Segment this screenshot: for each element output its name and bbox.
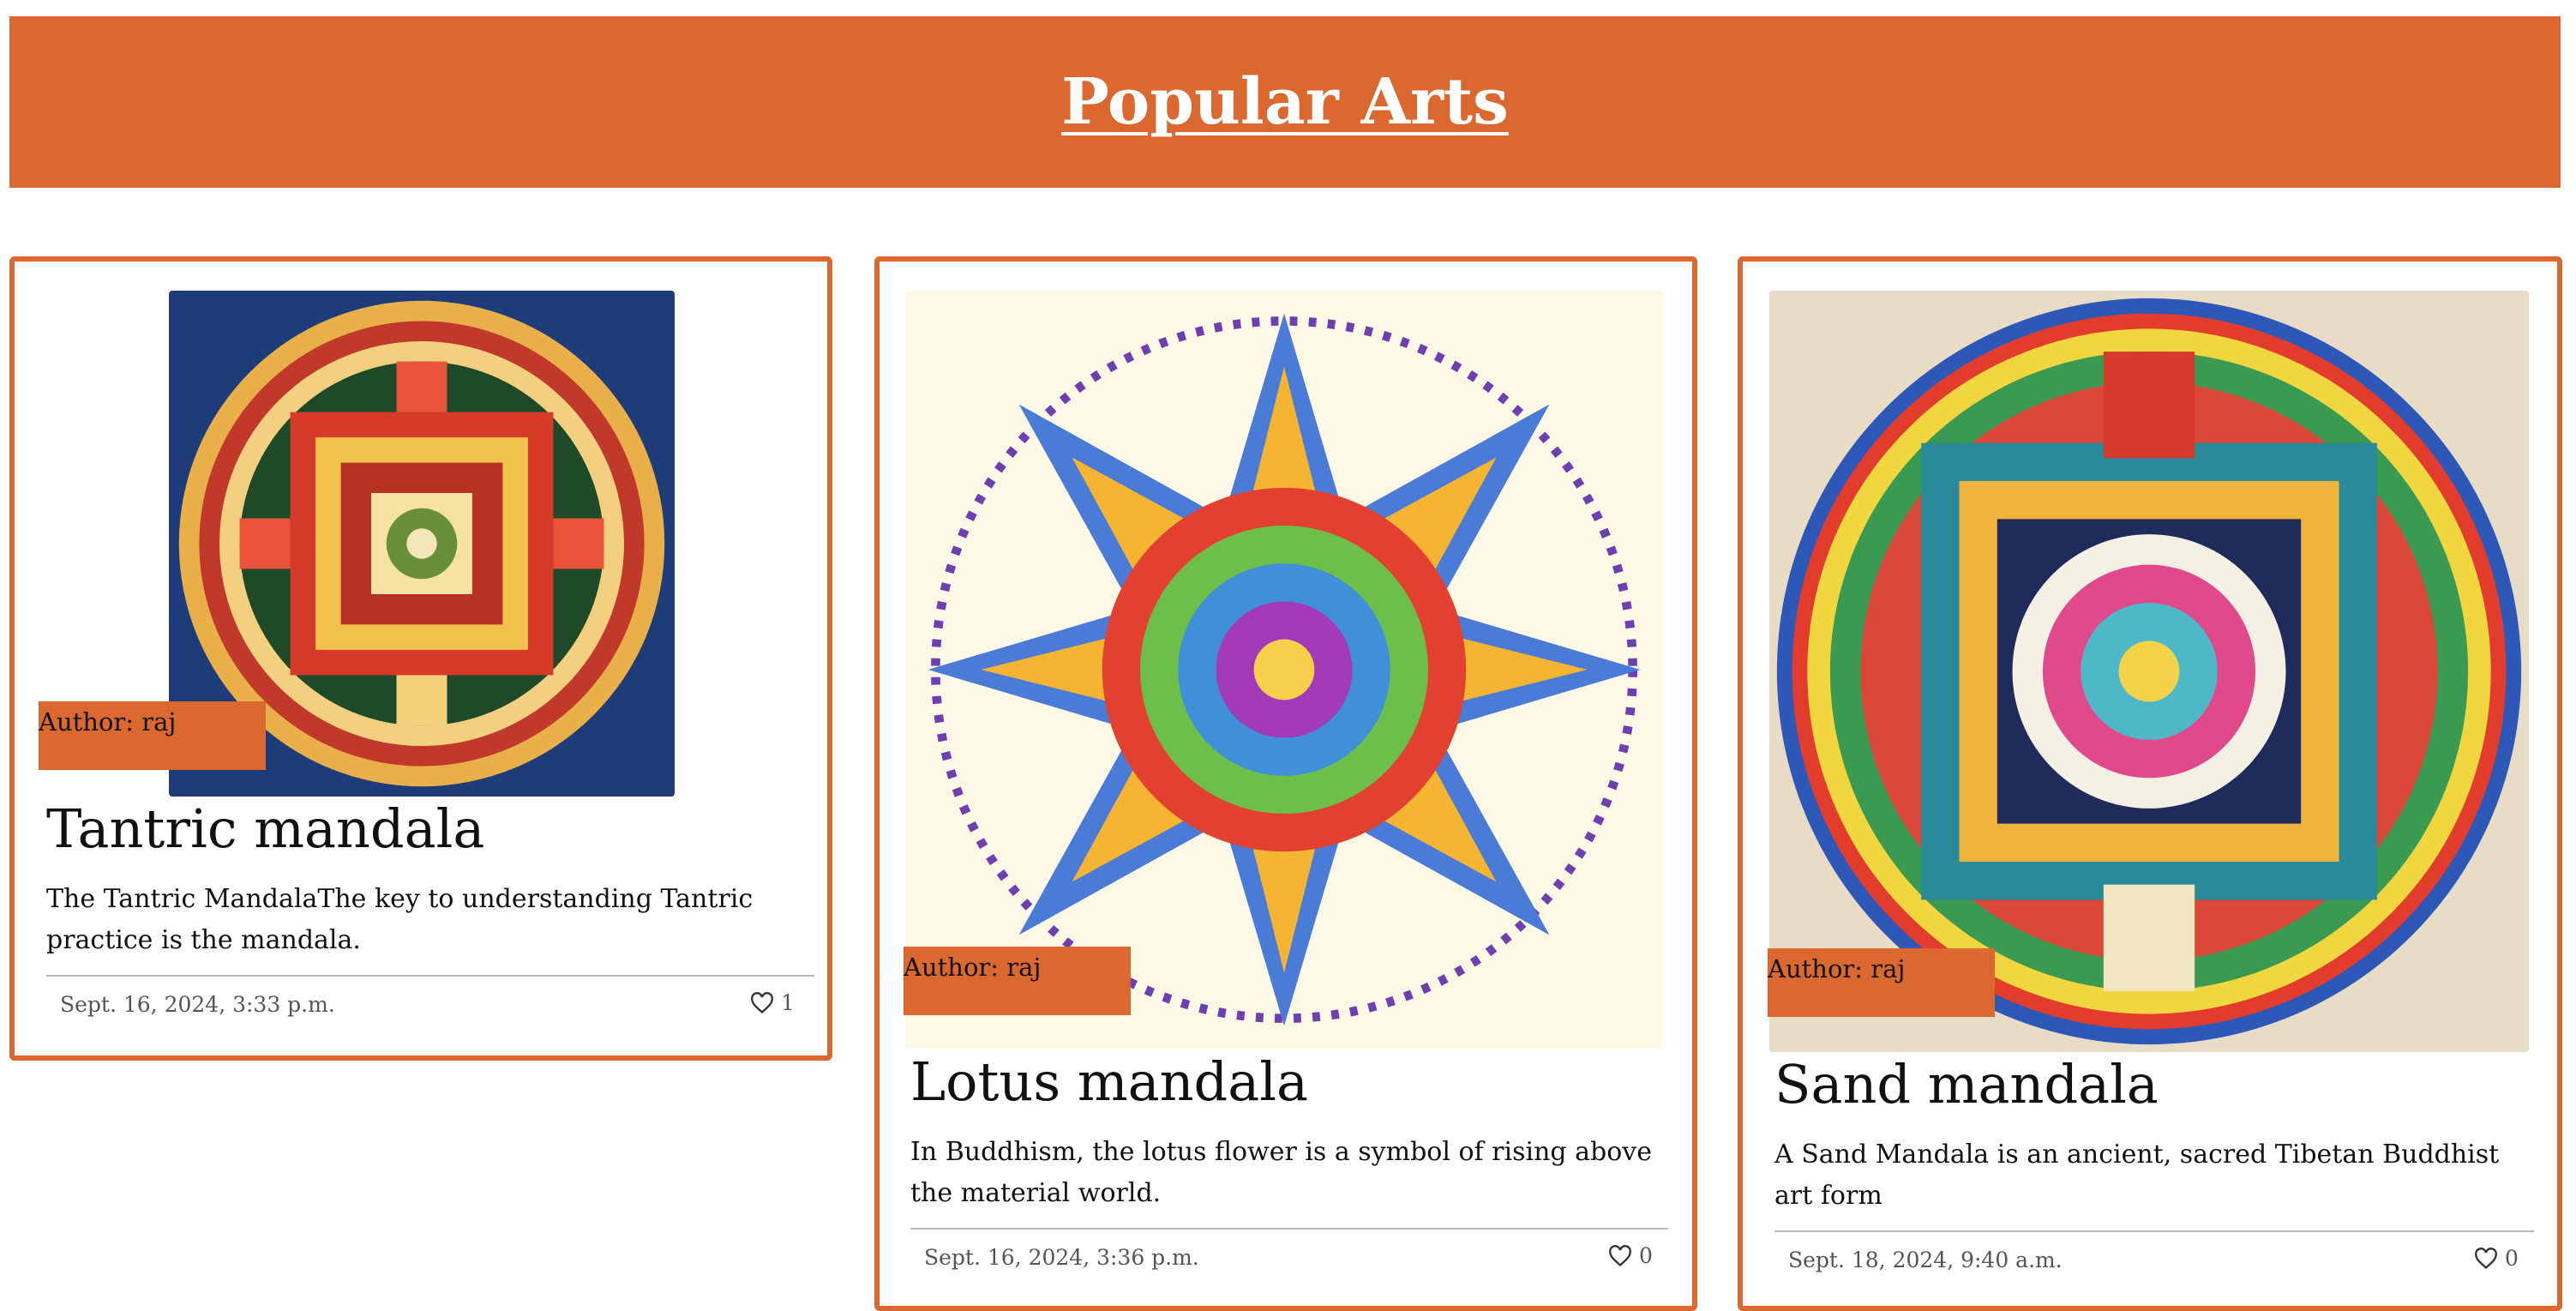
card-divider — [46, 975, 814, 977]
page-header: Popular Arts — [9, 16, 2561, 188]
card-divider — [910, 1228, 1668, 1230]
like-count: 1 — [781, 990, 795, 1015]
like-button[interactable]: 0 — [2474, 1246, 2519, 1271]
author-label: Author: raj — [39, 701, 266, 770]
post-date: Sept. 16, 2024, 3:36 p.m. — [924, 1245, 1199, 1270]
heart-outline-icon — [751, 991, 773, 1013]
card-description: In Buddhism, the lotus flower is a symbo… — [910, 1137, 1653, 1208]
author-label: Author: raj — [904, 947, 1131, 1015]
card-title[interactable]: Lotus mandala — [910, 1050, 1308, 1113]
art-card-sand[interactable]: Author: raj Sand mandala A Sand Mandala … — [1738, 256, 2562, 1311]
page-title-link[interactable]: Popular Arts — [1061, 65, 1509, 139]
heart-outline-icon — [1609, 1244, 1631, 1266]
card-title[interactable]: Sand mandala — [1774, 1053, 2159, 1116]
card-description: The Tantric MandalaThe key to understand… — [46, 884, 754, 955]
card-title[interactable]: Tantric mandala — [46, 797, 484, 860]
post-date: Sept. 16, 2024, 3:33 p.m. — [60, 992, 335, 1017]
like-count: 0 — [1639, 1243, 1653, 1268]
like-button[interactable]: 1 — [750, 990, 795, 1015]
card-description: A Sand Mandala is an ancient, sacred Tib… — [1774, 1140, 2500, 1211]
art-image-sand-mandala[interactable] — [1769, 291, 2529, 1052]
art-image-lotus-mandala[interactable] — [905, 291, 1663, 1049]
heart-outline-icon — [2475, 1247, 2497, 1269]
art-card-lotus[interactable]: Author: raj Lotus mandala In Buddhism, t… — [874, 256, 1697, 1311]
post-date: Sept. 18, 2024, 9:40 a.m. — [1788, 1248, 2063, 1272]
art-card-tantric[interactable]: Author: raj Tantric mandala The Tantric … — [9, 256, 832, 1061]
like-count: 0 — [2505, 1246, 2519, 1271]
author-label: Author: raj — [1768, 948, 1995, 1017]
like-button[interactable]: 0 — [1608, 1243, 1653, 1268]
card-divider — [1774, 1230, 2534, 1232]
